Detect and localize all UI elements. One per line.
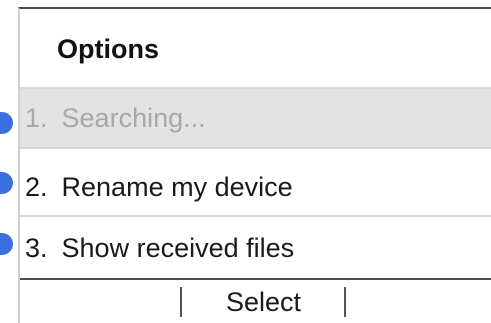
options-menu-panel: Options 1. Searching... 2. Rename my devic… — [18, 7, 491, 323]
item-marker-dot — [0, 112, 13, 134]
menu-item-number: 3. — [25, 233, 48, 263]
page-title: Options — [57, 34, 159, 64]
menu-item-label: Rename my device — [61, 172, 293, 202]
menu-item-rename-device[interactable]: 2. Rename my device — [20, 159, 491, 217]
menu-item-label: Searching... — [61, 103, 206, 133]
menu-item-searching[interactable]: 1. Searching... — [20, 89, 491, 149]
menu-item-label: Show received files — [61, 233, 295, 263]
menu-item-text: 2. Rename my device — [25, 171, 293, 203]
softkey-bar: Select — [20, 280, 491, 323]
item-marker-dot — [0, 172, 13, 194]
menu-item-number: 2. — [25, 172, 48, 202]
item-marker-dot — [0, 233, 13, 255]
menu-header: Options — [20, 9, 491, 89]
options-screen: Options 1. Searching... 2. Rename my devic… — [0, 0, 491, 323]
select-softkey[interactable]: Select — [201, 286, 326, 318]
menu-item-text: 1. Searching... — [25, 102, 206, 134]
softkey-divider-left — [180, 287, 182, 317]
menu-item-show-received-files[interactable]: 3. Show received files — [20, 218, 491, 280]
menu-item-number: 1. — [25, 103, 48, 133]
menu-item-text: 3. Show received files — [25, 232, 294, 264]
softkey-divider-right — [344, 287, 346, 317]
